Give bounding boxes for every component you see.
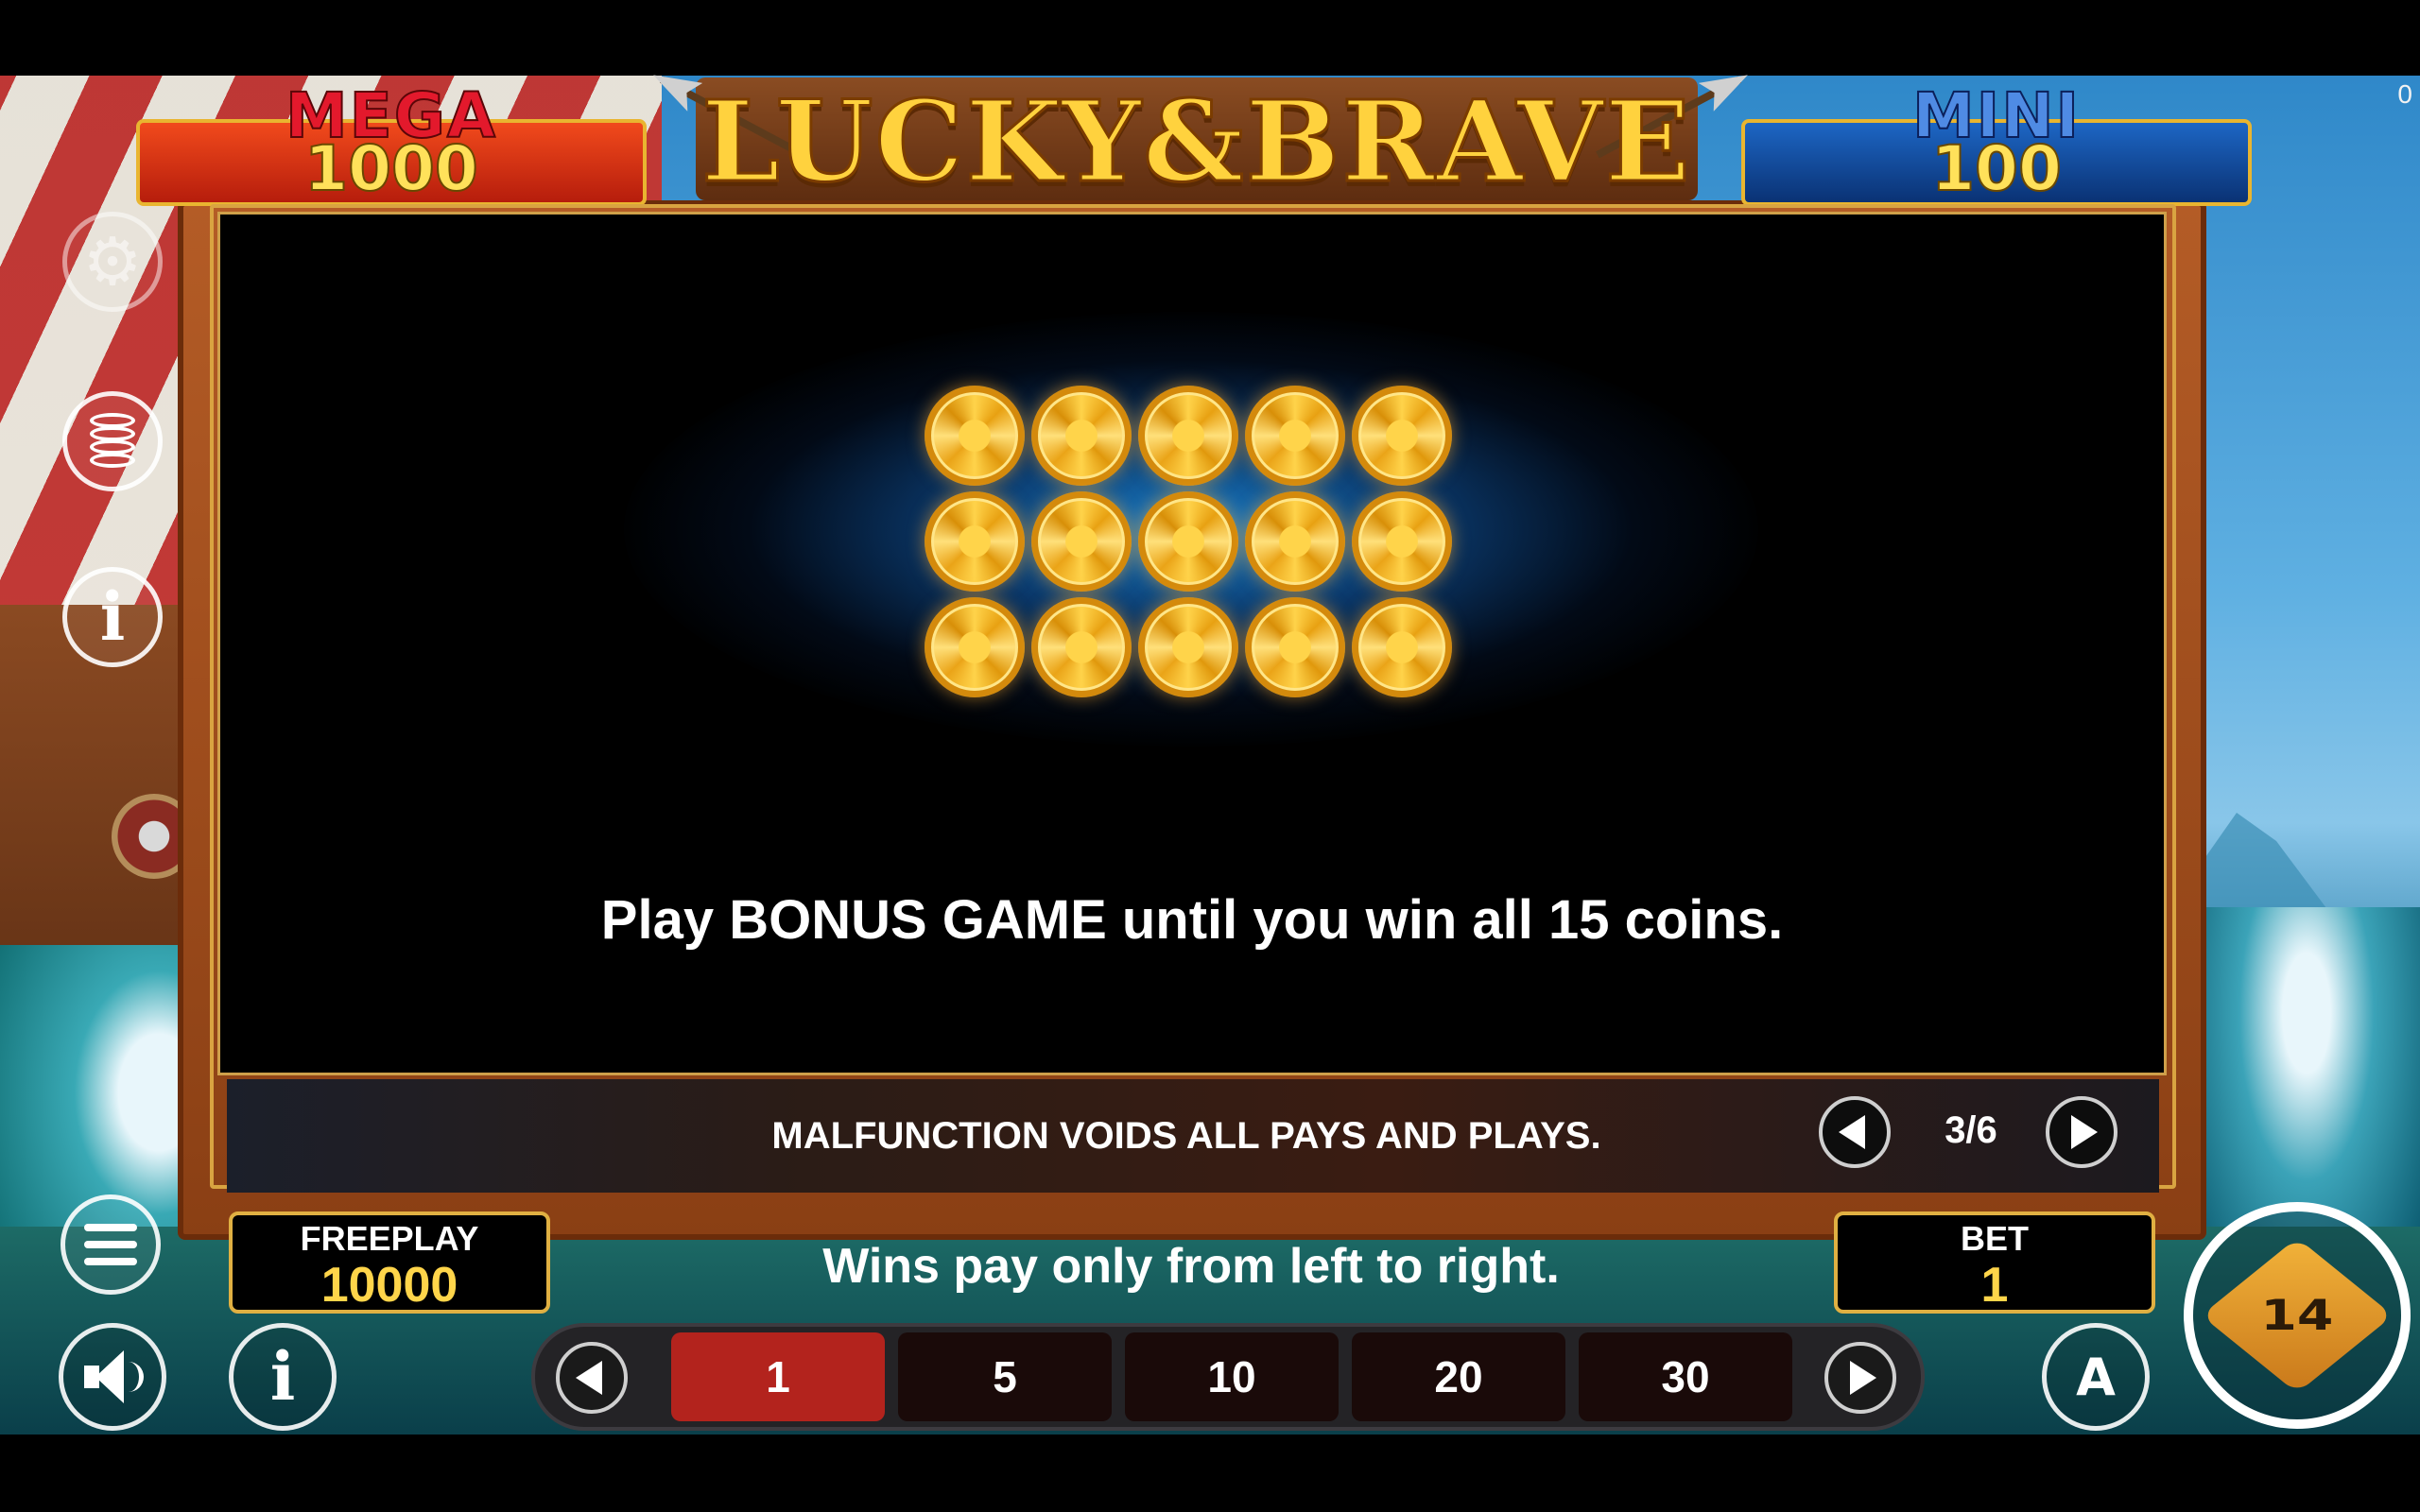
coins-stack-icon [90, 413, 135, 470]
bet-label: BET [1961, 1219, 2029, 1258]
gear-icon: ⚙ [82, 223, 143, 301]
disclaimer-text: MALFUNCTION VOIDS ALL PAYS AND PLAYS. [771, 1115, 1601, 1157]
freeplay-value: 10000 [320, 1258, 458, 1313]
mega-jackpot-value: 1000 [303, 131, 479, 206]
gold-coin-icon [1245, 386, 1345, 486]
next-page-button[interactable] [2046, 1096, 2118, 1168]
bet-option-5[interactable]: 5 [898, 1332, 1112, 1421]
speaker-icon [84, 1350, 144, 1403]
autoplay-button[interactable]: A [2042, 1323, 2150, 1431]
gold-coin-icon [925, 386, 1025, 486]
info-side-button[interactable]: i [62, 567, 163, 667]
triangle-right-icon [2071, 1115, 2098, 1149]
corner-counter: 0 [2397, 79, 2412, 109]
mini-jackpot-value: 100 [1930, 131, 2063, 206]
freeplay-box: FREEPLAY 10000 [229, 1211, 550, 1314]
bet-value: 1 [1980, 1258, 2009, 1313]
game-logo: LUCKY&BRAVE [700, 75, 1692, 209]
gold-coin-icon [1352, 597, 1452, 697]
freeplay-label: FREEPLAY [300, 1219, 479, 1258]
prev-page-button[interactable] [1819, 1096, 1891, 1168]
bet-box: BET 1 [1834, 1211, 2155, 1314]
triangle-left-icon [1839, 1115, 1865, 1149]
coin-grid [925, 386, 1454, 707]
gold-coin-icon [1138, 597, 1238, 697]
spin-label: 14 [2260, 1291, 2334, 1340]
bet-option-20[interactable]: 20 [1352, 1332, 1565, 1421]
mini-jackpot: MINI 100 [1741, 78, 2252, 206]
info-button[interactable]: i [229, 1323, 337, 1431]
gold-coin-icon [1138, 491, 1238, 592]
spin-icon: 14 [2201, 1237, 2394, 1394]
menu-button[interactable] [60, 1194, 161, 1295]
bet-option-30[interactable]: 30 [1579, 1332, 1792, 1421]
paytable-page-text: Play BONUS GAME until you win all 15 coi… [600, 889, 1784, 951]
page-indicator: 3/6 [1945, 1109, 1997, 1151]
bet-option-1[interactable]: 1 [671, 1332, 885, 1421]
info-icon: i [99, 577, 126, 656]
spin-button[interactable]: 14 [2184, 1202, 2411, 1429]
mega-jackpot: MEGA 1000 [136, 78, 647, 206]
bet-coins-button[interactable] [62, 391, 163, 491]
bet-next-button[interactable] [1824, 1342, 1896, 1414]
gold-coin-icon [1245, 491, 1345, 592]
menu-icon [84, 1224, 137, 1265]
gold-coin-icon [925, 491, 1025, 592]
bet-option-10[interactable]: 10 [1125, 1332, 1339, 1421]
gold-coin-icon [1031, 386, 1132, 486]
gold-coin-icon [1352, 491, 1452, 592]
wins-info-text: Wins pay only from left to right. [822, 1239, 1560, 1294]
gold-coin-icon [1352, 386, 1452, 486]
triangle-left-icon [576, 1361, 602, 1395]
gold-coin-icon [1031, 597, 1132, 697]
gold-coin-icon [925, 597, 1025, 697]
settings-button[interactable]: ⚙ [62, 212, 163, 312]
info-icon: i [269, 1337, 296, 1416]
autoplay-icon: A [2076, 1347, 2116, 1407]
gold-coin-icon [1245, 597, 1345, 697]
bet-prev-button[interactable] [556, 1342, 628, 1414]
gold-coin-icon [1031, 491, 1132, 592]
gold-coin-icon [1138, 386, 1238, 486]
sound-button[interactable] [59, 1323, 166, 1431]
triangle-right-icon [1850, 1361, 1876, 1395]
